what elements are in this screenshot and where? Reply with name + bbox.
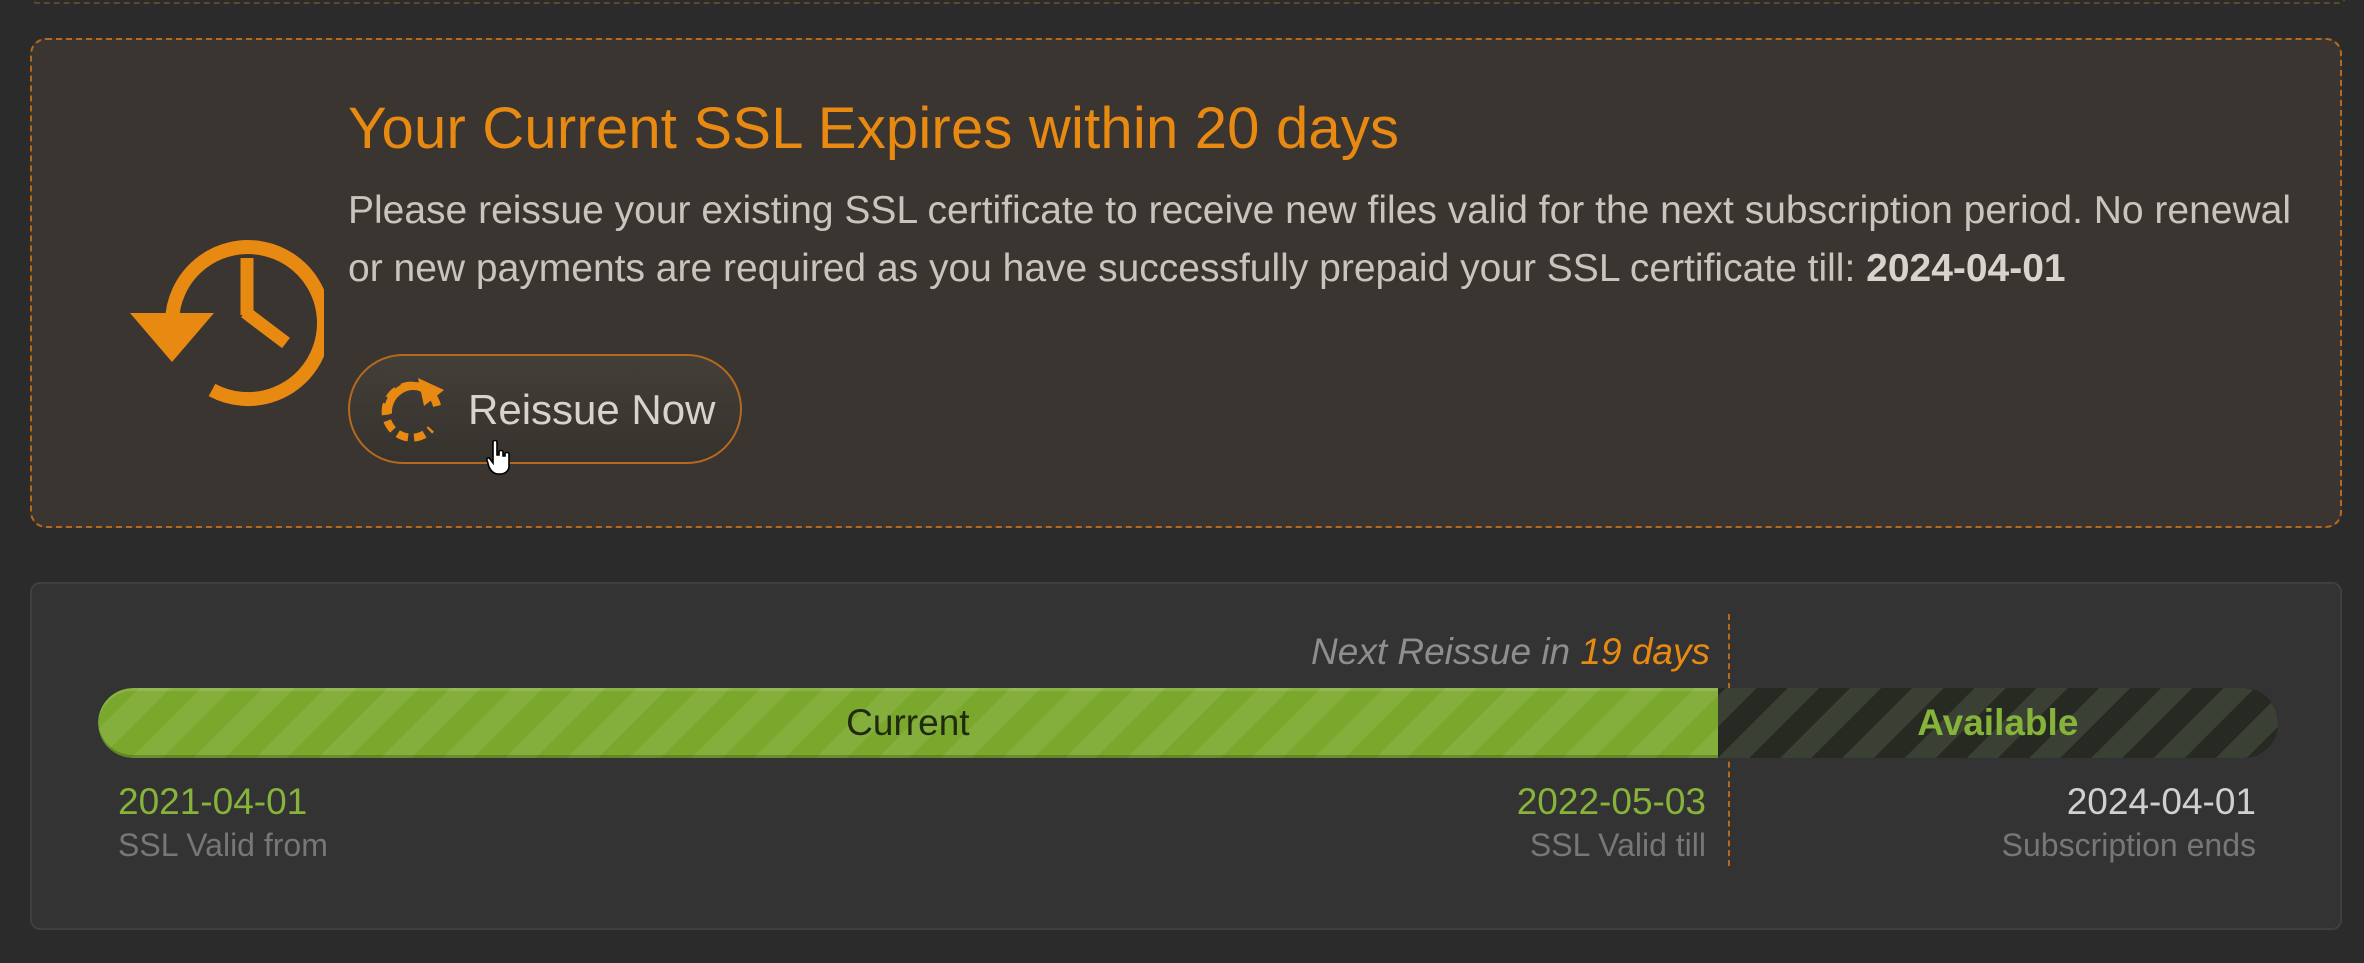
available-segment-label: Available bbox=[1917, 702, 2079, 743]
ssl-progress-bar: Current Available bbox=[98, 688, 2278, 758]
ssl-valid-from: 2021-04-01 SSL Valid from bbox=[118, 780, 328, 866]
reissue-now-label: Reissue Now bbox=[468, 386, 716, 433]
ssl-valid-till: 2022-05-03 SSL Valid till bbox=[1517, 780, 1706, 866]
next-reissue-prefix: Next Reissue in bbox=[1311, 631, 1581, 672]
reissue-now-button[interactable]: Reissue Now bbox=[348, 354, 742, 464]
current-segment-label: Current bbox=[846, 702, 970, 743]
alert-message: Please reissue your existing SSL certifi… bbox=[348, 182, 2308, 298]
ssl-expiry-alert: Your Current SSL Expires within 20 days … bbox=[30, 38, 2342, 528]
valid-from-caption: SSL Valid from bbox=[118, 827, 328, 863]
valid-from-date: 2021-04-01 bbox=[118, 781, 308, 822]
alert-title: Your Current SSL Expires within 20 days bbox=[348, 96, 1400, 161]
subscription-ends: 2024-04-01 Subscription ends bbox=[2002, 780, 2256, 866]
hand-cursor-icon bbox=[486, 440, 510, 475]
subscription-timeline: Next Reissue in 19 days Current Availabl… bbox=[30, 582, 2342, 930]
next-reissue-label: Next Reissue in 19 days bbox=[32, 631, 1710, 673]
subscription-end-caption: Subscription ends bbox=[2001, 827, 2256, 863]
prepaid-until-date: 2024-04-01 bbox=[1866, 247, 2066, 290]
clock-history-icon bbox=[130, 240, 324, 407]
valid-till-date: 2022-05-03 bbox=[1516, 781, 1706, 822]
valid-till-caption: SSL Valid till bbox=[1529, 827, 1706, 863]
previous-panel-edge bbox=[30, 0, 2346, 4]
next-reissue-days: 19 days bbox=[1580, 631, 1710, 672]
subscription-end-date: 2024-04-01 bbox=[2066, 781, 2256, 822]
refresh-icon bbox=[381, 378, 444, 442]
